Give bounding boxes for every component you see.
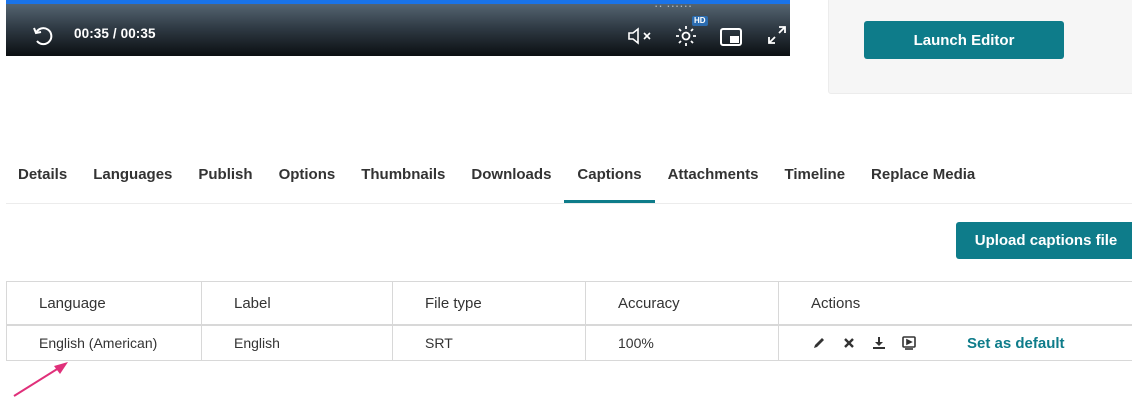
settings-icon[interactable] <box>672 22 700 50</box>
launch-editor-button[interactable]: Launch Editor <box>864 21 1064 59</box>
tab-attachments[interactable]: Attachments <box>668 160 759 204</box>
tab-details[interactable]: Details <box>18 160 67 204</box>
fullscreen-icon[interactable] <box>764 22 790 48</box>
tab-publish[interactable]: Publish <box>198 160 252 204</box>
pip-icon[interactable] <box>718 26 744 48</box>
edit-icon[interactable] <box>811 336 827 350</box>
tab-bar: Details Languages Publish Options Thumbn… <box>18 160 1001 204</box>
set-as-default-link[interactable]: Set as default <box>967 335 1065 352</box>
hd-badge: HD <box>692 16 708 26</box>
tab-thumbnails[interactable]: Thumbnails <box>361 160 445 204</box>
tab-captions[interactable]: Captions <box>577 160 641 204</box>
cell-file-type: SRT <box>393 325 586 361</box>
annotation-arrow-icon <box>10 360 70 400</box>
replay-icon[interactable] <box>30 24 56 48</box>
time-display: 00:35 / 00:35 <box>74 26 156 41</box>
column-header-accuracy: Accuracy <box>586 282 779 326</box>
tab-downloads[interactable]: Downloads <box>471 160 551 204</box>
video-player: ·· ······ 00:35 / 00:35 HD <box>6 0 790 56</box>
column-header-actions: Actions <box>779 282 1132 326</box>
tabs-divider <box>6 203 1132 204</box>
cell-language: English (American) <box>7 325 202 361</box>
tab-languages[interactable]: Languages <box>93 160 172 204</box>
mute-icon[interactable] <box>626 26 656 46</box>
cell-label: English <box>202 325 393 361</box>
delete-icon[interactable] <box>841 337 857 349</box>
captions-table: Language Label File type Accuracy Action… <box>6 281 1132 361</box>
download-icon[interactable] <box>871 336 887 350</box>
tab-replace-media[interactable]: Replace Media <box>871 160 975 204</box>
editor-panel: Launch Editor <box>828 0 1132 94</box>
cell-accuracy: 100% <box>586 325 779 361</box>
cell-actions: Set as default <box>779 325 1132 361</box>
column-header-label: Label <box>202 282 393 326</box>
tab-timeline[interactable]: Timeline <box>784 160 845 204</box>
overlay-caption-fragment: ·· ······ <box>654 0 692 13</box>
upload-captions-button[interactable]: Upload captions file <box>956 222 1132 259</box>
table-header-row: Language Label File type Accuracy Action… <box>7 282 1132 326</box>
column-header-language: Language <box>7 282 202 326</box>
tab-options[interactable]: Options <box>279 160 336 204</box>
table-row: English (American) English SRT 100% <box>7 325 1132 361</box>
preview-icon[interactable] <box>901 336 917 350</box>
column-header-file-type: File type <box>393 282 586 326</box>
